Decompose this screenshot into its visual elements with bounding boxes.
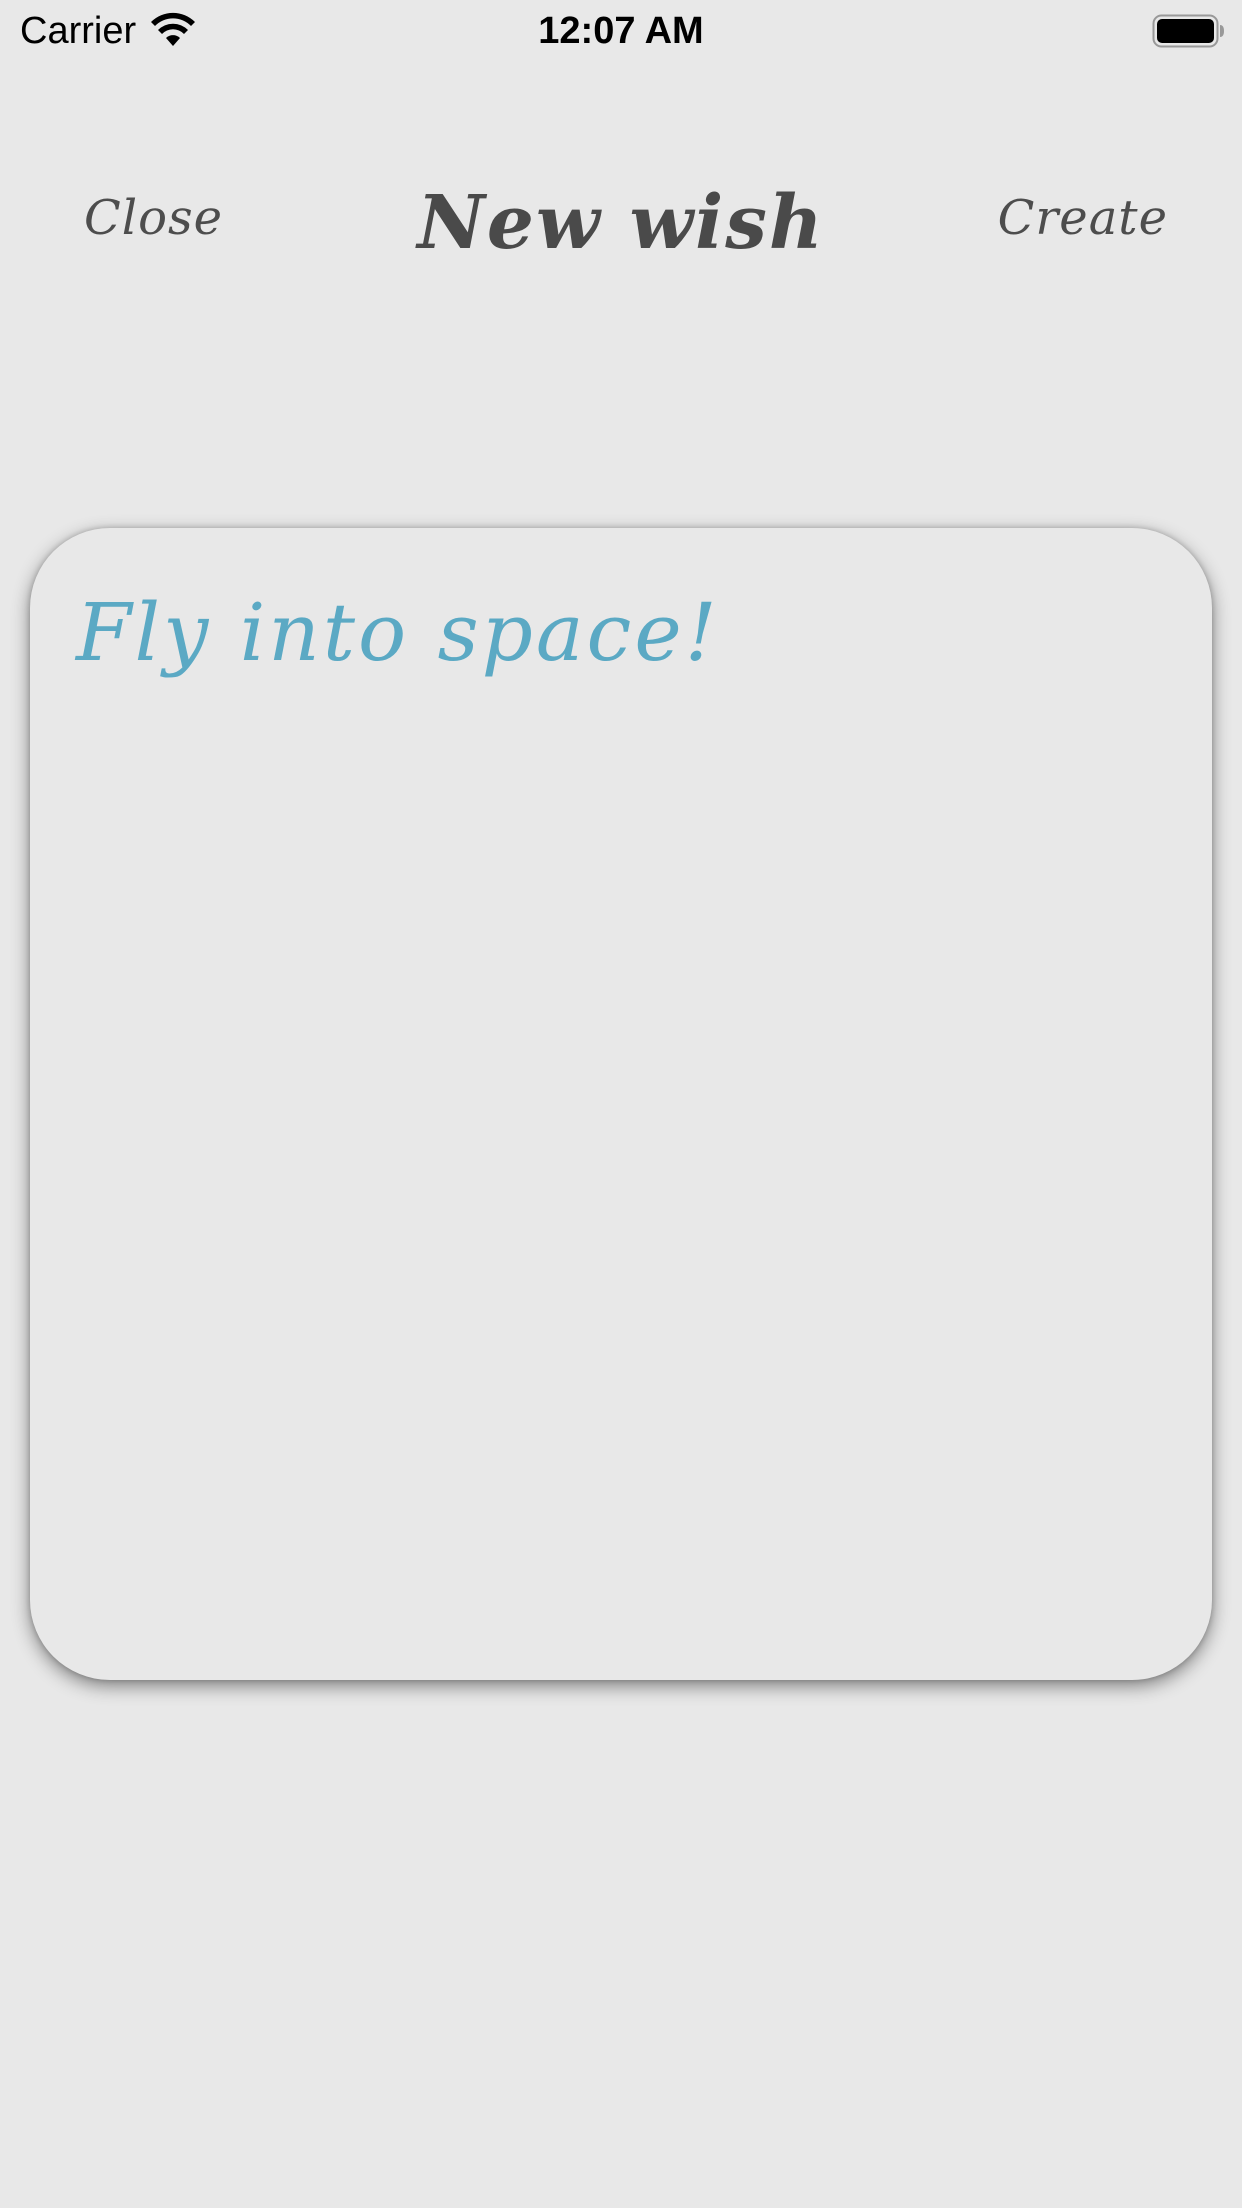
wish-text-field[interactable]: Fly into space! (76, 578, 1166, 688)
status-time: 12:07 AM (538, 10, 704, 52)
create-button[interactable]: Create (998, 190, 1168, 246)
wish-card[interactable]: Fly into space! (30, 528, 1212, 1680)
status-bar: Carrier 12:07 AM (0, 0, 1242, 62)
nav-bar: Close New wish Create (0, 150, 1242, 300)
battery-full-icon (1152, 14, 1224, 48)
